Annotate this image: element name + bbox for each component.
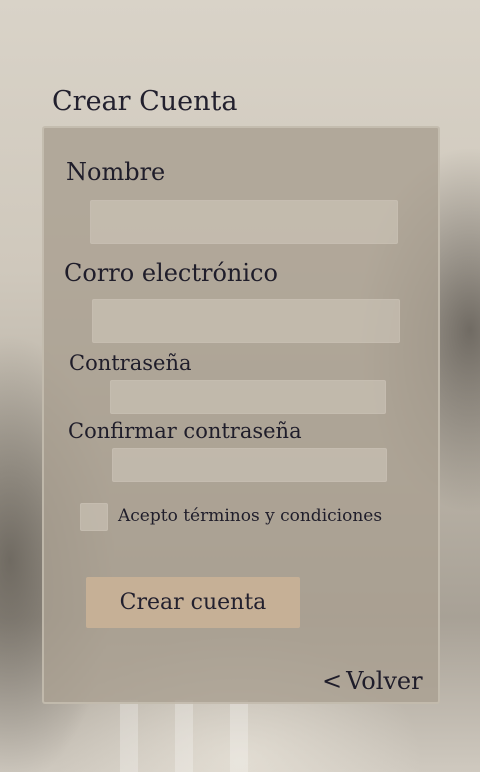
confirm-password-label: Confirmar contraseña (68, 419, 302, 443)
confirm-password-input[interactable] (112, 448, 387, 482)
background-stripe (120, 700, 138, 772)
password-input[interactable] (110, 380, 386, 414)
email-input[interactable] (92, 299, 400, 343)
terms-checkbox[interactable] (80, 503, 108, 531)
create-account-button[interactable]: Crear cuenta (86, 577, 300, 628)
password-label: Contraseña (69, 351, 192, 375)
email-label: Corro electrónico (64, 259, 278, 287)
page-title: Crear Cuenta (52, 86, 238, 117)
name-label: Nombre (66, 158, 166, 186)
background-stripe (175, 700, 193, 772)
name-input[interactable] (90, 200, 398, 244)
background-stripe (230, 700, 248, 772)
back-label: Volver (346, 667, 423, 695)
terms-label[interactable]: Acepto términos y condiciones (118, 506, 382, 526)
back-link[interactable]: < Volver (322, 667, 423, 695)
chevron-left-icon: < (322, 667, 343, 695)
